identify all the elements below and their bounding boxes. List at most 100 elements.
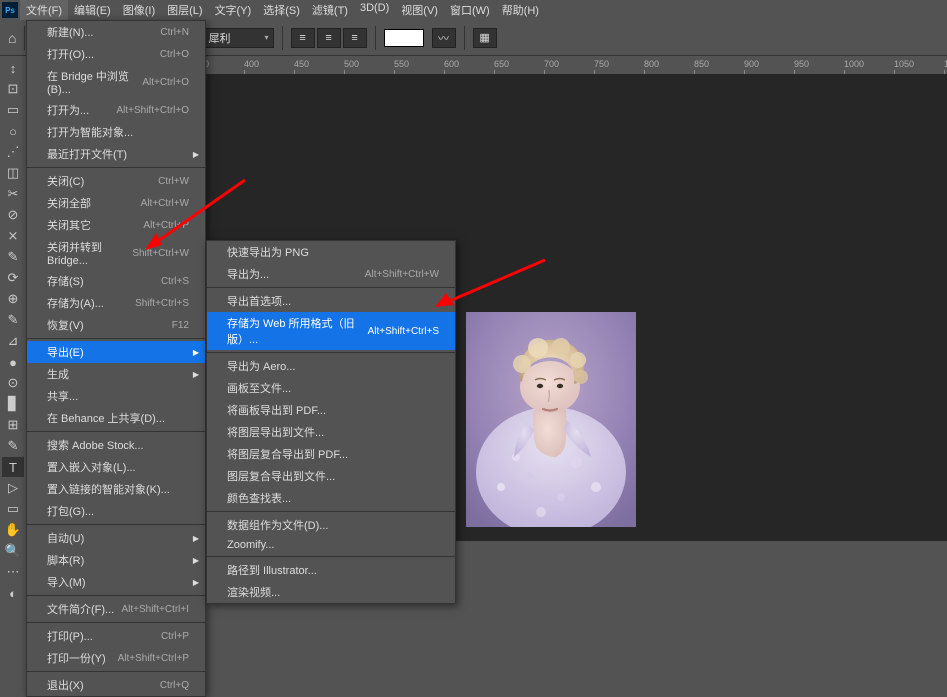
tool-14[interactable]: ●	[2, 352, 24, 372]
menuitem[interactable]: 生成	[27, 363, 205, 385]
tool-15[interactable]: ⊙	[2, 373, 24, 393]
menuitem[interactable]: 快速导出为 PNG	[207, 241, 455, 263]
menuitem[interactable]: 关闭全部Alt+Ctrl+W	[27, 192, 205, 214]
menuitem[interactable]: 共享...	[27, 385, 205, 407]
menuitem[interactable]: 导入(M)	[27, 571, 205, 593]
menu-f[interactable]: 文件(F)	[20, 0, 68, 20]
menu-y[interactable]: 文字(Y)	[209, 0, 258, 20]
menuitem[interactable]: 将图层复合导出到 PDF...	[207, 443, 455, 465]
tool-9[interactable]: ✎	[2, 247, 24, 267]
tool-12[interactable]: ✎	[2, 310, 24, 330]
menu-t[interactable]: 滤镜(T)	[306, 0, 354, 20]
menu-s[interactable]: 选择(S)	[257, 0, 306, 20]
menuitem[interactable]: 导出为...Alt+Shift+Ctrl+W	[207, 263, 455, 285]
menuitem[interactable]: 新建(N)...Ctrl+N	[27, 21, 205, 43]
menuitem[interactable]: 打开为智能对象...	[27, 121, 205, 143]
menuitem[interactable]: 打开为...Alt+Shift+Ctrl+O	[27, 99, 205, 121]
menuitem[interactable]: 置入链接的智能对象(K)...	[27, 478, 205, 500]
ruler-tick: 450	[294, 59, 309, 69]
tool-2[interactable]: ▭	[2, 100, 24, 120]
menuitem[interactable]: 退出(X)Ctrl+Q	[27, 674, 205, 696]
menuitem[interactable]: 存储(S)Ctrl+S	[27, 270, 205, 292]
tool-1[interactable]: ⊡	[2, 79, 24, 99]
menuitem[interactable]: 导出首选项...	[207, 290, 455, 312]
menuitem[interactable]: 将画板导出到 PDF...	[207, 399, 455, 421]
menuitem[interactable]: 脚本(R)	[27, 549, 205, 571]
menu-w[interactable]: 窗口(W)	[444, 0, 496, 20]
menuitem[interactable]: Zoomify...	[207, 536, 455, 554]
menu-dd[interactable]: 3D(D)	[354, 0, 395, 20]
tool-11[interactable]: ⊕	[2, 289, 24, 309]
menuitem[interactable]: 打开(O)...Ctrl+O	[27, 43, 205, 65]
menuitem[interactable]: 图层复合导出到文件...	[207, 465, 455, 487]
menuitem[interactable]: 画板至文件...	[207, 377, 455, 399]
menuitem[interactable]: 在 Bridge 中浏览(B)...Alt+Ctrl+O	[27, 65, 205, 99]
menuitem[interactable]: 存储为(A)...Shift+Ctrl+S	[27, 292, 205, 314]
tool-0[interactable]: ↕	[2, 58, 24, 78]
menuitem[interactable]: 存储为 Web 所用格式（旧版）...Alt+Shift+Ctrl+S	[207, 312, 455, 350]
tool-18[interactable]: ✎	[2, 436, 24, 456]
menuitem[interactable]: 将图层导出到文件...	[207, 421, 455, 443]
tool-8[interactable]: ⨯	[2, 226, 24, 246]
menuitem-label: 打开为...	[47, 102, 89, 118]
menuitem[interactable]: 自动(U)	[27, 527, 205, 549]
menuitem[interactable]: 关闭(C)Ctrl+W	[27, 170, 205, 192]
menuitem-label: 导出首选项...	[227, 293, 291, 309]
tool-7[interactable]: ⊘	[2, 205, 24, 225]
align-left-button[interactable]: ≡	[291, 28, 315, 48]
menuitem-label: 打开为智能对象...	[47, 124, 133, 140]
menuitem[interactable]: 打印一份(Y)Alt+Shift+Ctrl+P	[27, 647, 205, 669]
menu-e[interactable]: 编辑(E)	[68, 0, 117, 20]
menuitem[interactable]: 导出为 Aero...	[207, 355, 455, 377]
warp-text-button[interactable]: 〰	[432, 28, 456, 48]
tool-22[interactable]: ✋	[2, 520, 24, 540]
tool-17[interactable]: ⊞	[2, 415, 24, 435]
menuitem[interactable]: 颜色查找表...	[207, 487, 455, 509]
menuitem[interactable]: 打包(G)...	[27, 500, 205, 522]
tool-25[interactable]: ◐	[2, 583, 24, 603]
tool-6[interactable]: ✂	[2, 184, 24, 204]
tool-20[interactable]: ▷	[2, 478, 24, 498]
align-right-button[interactable]: ≡	[343, 28, 367, 48]
tool-23[interactable]: 🔍	[2, 541, 24, 561]
menu-v[interactable]: 视图(V)	[395, 0, 444, 20]
menuitem[interactable]: 文件简介(F)...Alt+Shift+Ctrl+I	[27, 598, 205, 620]
tool-24[interactable]: ⋯	[2, 562, 24, 582]
menu-i[interactable]: 图像(I)	[117, 0, 161, 20]
menuitem[interactable]: 导出(E)	[27, 341, 205, 363]
menuitem[interactable]: 数据组作为文件(D)...	[207, 514, 455, 536]
menuitem[interactable]: 搜索 Adobe Stock...	[27, 434, 205, 456]
menuitem[interactable]: 恢复(V)F12	[27, 314, 205, 336]
menuitem-label: 退出(X)	[47, 677, 84, 693]
separator	[207, 287, 455, 288]
menuitem-label: 渲染视频...	[227, 584, 280, 600]
menu-h[interactable]: 帮助(H)	[496, 0, 545, 20]
menu-l[interactable]: 图层(L)	[161, 0, 208, 20]
menuitem[interactable]: 置入嵌入对象(L)...	[27, 456, 205, 478]
menuitem[interactable]: 关闭其它Alt+Ctrl+P	[27, 214, 205, 236]
panel-button[interactable]: ▦	[473, 28, 497, 48]
menuitem-label: 关闭并转到 Bridge...	[47, 239, 132, 267]
tool-13[interactable]: ⊿	[2, 331, 24, 351]
menuitem[interactable]: 路径到 Illustrator...	[207, 559, 455, 581]
menuitem[interactable]: 在 Behance 上共享(D)...	[27, 407, 205, 429]
menuitem[interactable]: 渲染视频...	[207, 581, 455, 603]
antialias-select[interactable]: 犀利 ▾	[204, 28, 274, 48]
tool-5[interactable]: ◫	[2, 163, 24, 183]
tool-21[interactable]: ▭	[2, 499, 24, 519]
text-color-swatch[interactable]	[384, 29, 424, 47]
menuitem[interactable]: 关闭并转到 Bridge...Shift+Ctrl+W	[27, 236, 205, 270]
tool-19[interactable]: T	[2, 457, 24, 477]
tool-10[interactable]: ⟳	[2, 268, 24, 288]
document-image[interactable]	[466, 312, 636, 527]
menuitem-label: 画板至文件...	[227, 380, 291, 396]
menuitem[interactable]: 最近打开文件(T)	[27, 143, 205, 165]
tool-16[interactable]: ▊	[2, 394, 24, 414]
tool-4[interactable]: ⋰	[2, 142, 24, 162]
menuitem[interactable]: 打印(P)...Ctrl+P	[27, 625, 205, 647]
menuitem-label: 脚本(R)	[47, 552, 84, 568]
tool-3[interactable]: ○	[2, 121, 24, 141]
chevron-down-icon[interactable]: ▾	[265, 33, 269, 42]
home-icon[interactable]: ⌂	[8, 30, 16, 46]
align-center-button[interactable]: ≡	[317, 28, 341, 48]
